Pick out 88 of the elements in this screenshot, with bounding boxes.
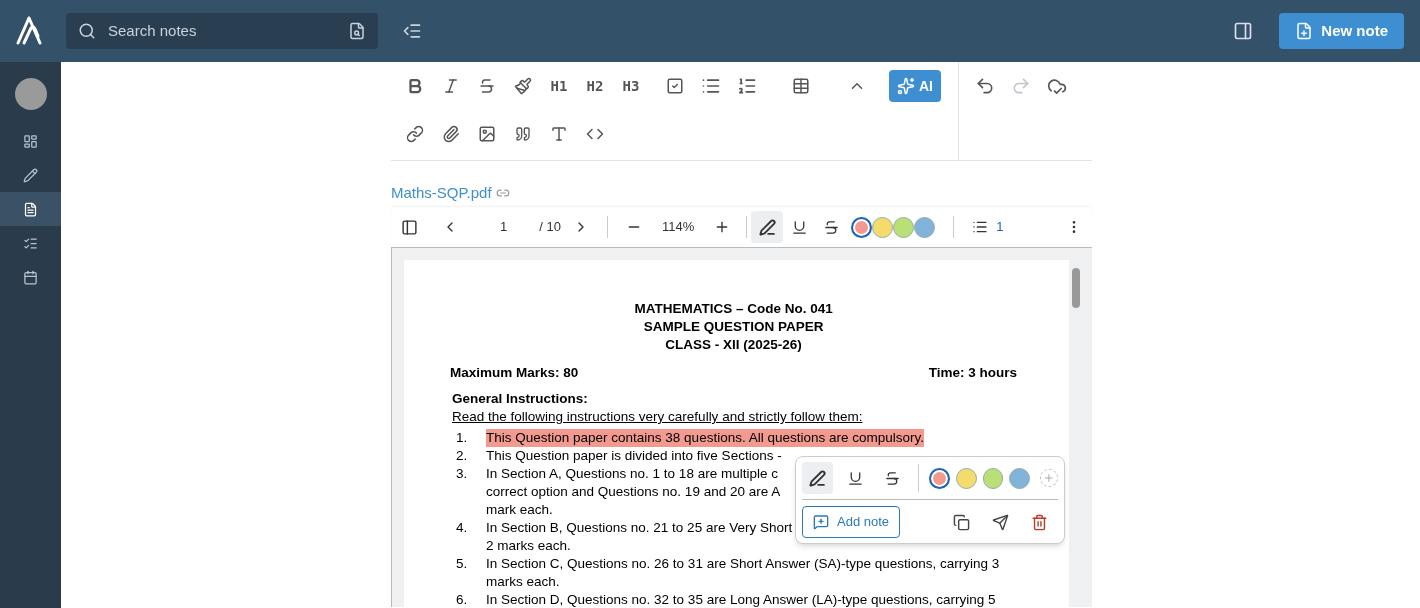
color-swatch[interactable] [929,467,951,489]
underline-icon [846,469,864,487]
highlight-tool-button[interactable] [751,211,784,243]
instruction-text: In Section A, Questions no. 1 to 18 are multiple c [486,465,778,483]
sparkles-icon [897,77,915,95]
color-swatch[interactable] [956,467,977,489]
logo-icon [16,16,42,46]
strikethrough-icon [478,77,496,95]
highlighter-icon [758,218,776,236]
edit-icon [23,167,38,183]
search-options-icon[interactable] [348,22,366,40]
table-icon [792,77,810,95]
heading-button[interactable]: H1 [541,68,577,104]
comment-plus-icon [813,514,829,530]
copy-icon[interactable] [953,513,970,531]
attachment-link[interactable]: Maths-SQP.pdf [391,181,492,205]
bullet-list-icon [701,76,721,96]
instruction-text: This Question paper is divided into five Sections - [486,447,782,465]
image-icon [478,125,496,143]
color-swatch[interactable] [893,216,915,238]
link-icon [406,125,424,143]
numbered-list-icon [737,76,757,96]
list-number: 4. [455,519,469,537]
send-icon[interactable] [992,513,1009,531]
heading-button[interactable]: H3 [613,68,649,104]
add-note-button[interactable]: Add note [802,506,901,538]
time-allowed: Time: 3 hours [928,364,1018,382]
search-bar[interactable]: Search notes [66,13,378,49]
tasks-icon [23,235,38,251]
list-number: 6. [455,591,469,608]
instruction-text: 2 marks each. [486,537,571,555]
text-box-icon [550,125,568,143]
search-field[interactable]: Search notes [108,19,336,43]
document-title: CLASS - XII (2025-26) [664,336,803,354]
checkbox-icon [666,77,684,95]
annotation-count[interactable]: 1 [996,217,1004,237]
new-file-icon [1295,22,1314,40]
highlight-tool-button[interactable] [802,462,834,494]
underline-icon [790,218,808,236]
instruction-text: mark each. [486,501,553,519]
search-icon [78,22,96,40]
sidebar-toggle-icon[interactable] [401,218,418,236]
list-number: 1. [455,429,469,447]
avatar[interactable] [14,78,47,110]
scrollbar [1072,268,1080,308]
heading-button[interactable]: H2 [577,68,613,104]
list-number: 5. [455,555,469,573]
color-swatch[interactable] [872,216,894,238]
delete-icon[interactable] [1031,513,1048,531]
undo-icon [975,76,995,96]
cloud-check-icon [1047,76,1067,96]
bold-icon [406,77,424,95]
instructions-intro: Read the following instructions very carefully and strictly follow them: [452,408,864,426]
document-title: SAMPLE QUESTION PAPER [642,318,825,336]
strikethrough-icon [822,218,840,236]
color-swatch[interactable] [851,216,873,238]
color-swatch[interactable] [914,216,936,238]
highlighter-icon [809,469,827,487]
zoom-level[interactable]: 114% [661,217,695,237]
brush-icon [514,77,532,95]
dashboard-icon [23,133,38,149]
color-swatch[interactable] [982,467,1004,489]
maximum-marks: Maximum Marks: 80 [450,364,579,382]
instruction-text: This Question paper contains 38 questions. All questions are compulsory. [486,429,924,447]
italic-icon [442,77,460,95]
color-swatch[interactable] [1009,467,1031,489]
instruction-text: In Section B, Questions no. 21 to 25 are Very Short [486,519,793,537]
redo-icon [1011,76,1031,96]
list-number: 3. [455,465,469,483]
instruction-text: In Section C, Questions no. 26 to 31 are Short Answer (SA)-type questions, carrying 3 [486,555,1000,573]
document-nav-item[interactable] [0,192,61,226]
section-heading: General Instructions: [452,390,589,408]
instruction-text: marks each. [486,573,560,591]
document-icon [23,201,38,217]
strikethrough-icon [884,469,902,487]
layout-icon[interactable] [1233,21,1254,41]
list-number: 2. [455,447,469,465]
document-title: MATHEMATICS – Code No. 041 [633,300,834,318]
instruction-text: correct option and Questions no. 19 and 20 are A [486,483,781,501]
collapse-sidebar-icon[interactable] [402,21,422,41]
page-count: / 10 [539,218,561,237]
calendar-icon [23,269,38,285]
annotations-icon[interactable] [972,219,989,235]
paperclip-icon [442,125,460,143]
page-number-field[interactable]: 1 [500,217,508,237]
instruction-text: In Section D, Questions no. 32 to 35 are Long Answer (LA)-type questions, carrying 5 [486,591,996,608]
quote-icon [515,126,531,142]
link-icon[interactable] [495,186,510,200]
